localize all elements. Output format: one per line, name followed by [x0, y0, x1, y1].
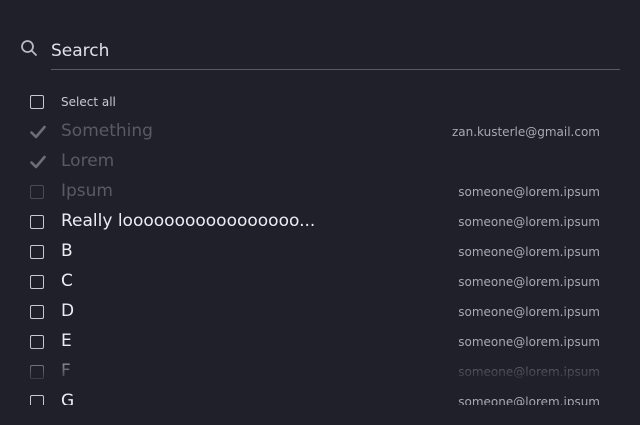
select-all-row[interactable]: Select all: [0, 87, 640, 117]
item-name: C: [61, 271, 73, 291]
item-name: B: [61, 241, 73, 261]
search-icon: [21, 40, 37, 56]
item-email: someone@lorem.ipsum: [458, 335, 600, 349]
item-email: someone@lorem.ipsum: [458, 395, 600, 405]
item-checkbox: [30, 185, 44, 199]
item-name: G: [61, 391, 75, 405]
checkmark-icon: [30, 125, 46, 139]
item-email: someone@lorem.ipsum: [458, 185, 600, 199]
item-name: E: [61, 331, 72, 351]
list-item[interactable]: Csomeone@lorem.ipsum: [0, 267, 640, 297]
list-item[interactable]: Fsomeone@lorem.ipsum: [0, 357, 640, 387]
item-email: someone@lorem.ipsum: [458, 305, 600, 319]
item-checkbox[interactable]: [30, 275, 44, 289]
item-name: Lorem: [61, 151, 115, 171]
item-checkbox[interactable]: [30, 245, 44, 259]
list-item[interactable]: Gsomeone@lorem.ipsum: [0, 387, 640, 405]
list-item: Something zan.kusterle@gmail.com: [0, 117, 640, 147]
select-all-checkbox[interactable]: [30, 95, 44, 109]
item-email: zan.kusterle@gmail.com: [451, 125, 600, 139]
list-item[interactable]: Dsomeone@lorem.ipsum: [0, 297, 640, 327]
item-checkbox[interactable]: [30, 395, 44, 405]
item-name: F: [61, 361, 71, 381]
select-all-label: Select all: [61, 95, 116, 109]
item-checkbox[interactable]: [30, 215, 44, 229]
search-input[interactable]: [51, 36, 620, 70]
item-checkbox[interactable]: [30, 335, 44, 349]
item-email: someone@lorem.ipsum: [458, 215, 600, 229]
item-name: Something: [61, 121, 153, 141]
recipient-list: Select all Something zan.kusterle@gmail.c…: [0, 87, 640, 405]
item-name: Ipsum: [61, 181, 113, 201]
item-checkbox[interactable]: [30, 305, 44, 319]
search-bar: [20, 36, 620, 70]
checkmark-icon: [30, 155, 46, 169]
list-item[interactable]: Esomeone@lorem.ipsum: [0, 327, 640, 357]
item-email: someone@lorem.ipsum: [458, 365, 600, 379]
item-checkbox[interactable]: [30, 365, 44, 379]
item-email: someone@lorem.ipsum: [458, 275, 600, 289]
list-item[interactable]: Bsomeone@lorem.ipsum: [0, 237, 640, 267]
item-name: Really looooooooooooooooo...: [61, 211, 316, 231]
item-email: someone@lorem.ipsum: [458, 245, 600, 259]
item-name: D: [61, 301, 75, 321]
list-item: Lorem: [0, 147, 640, 177]
list-item[interactable]: Really looooooooooooooooo... someone@lore…: [0, 207, 640, 237]
list-item: Ipsum someone@lorem.ipsum: [0, 177, 640, 207]
